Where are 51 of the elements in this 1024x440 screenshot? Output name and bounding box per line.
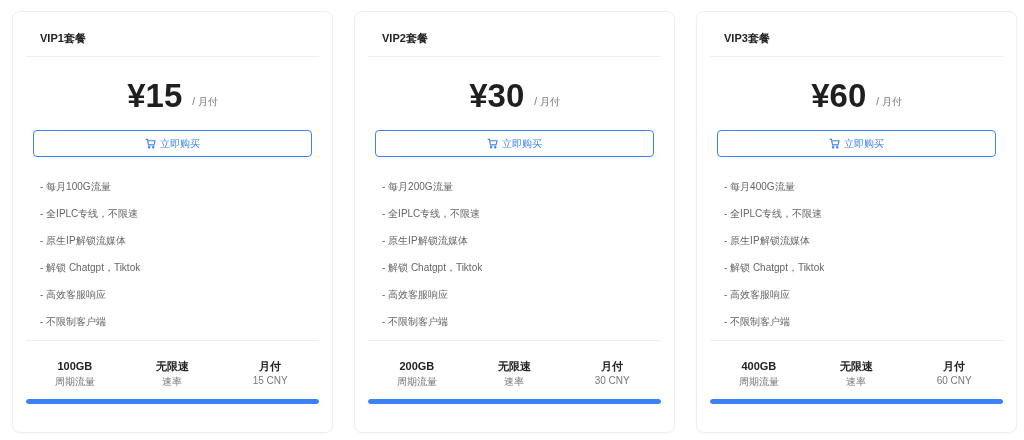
stat-value: 200GB	[398, 359, 436, 373]
stat-value: 100GB	[56, 359, 94, 373]
feature-text: - 全IPLC专线，不限速	[382, 208, 482, 220]
stat-label: 速率	[845, 375, 868, 389]
price: ¥15	[127, 77, 183, 115]
feature-text: - 每月200G流量	[382, 181, 454, 193]
buy-button[interactable]: 立即购买	[717, 130, 996, 157]
stat-label: 周期流量	[53, 375, 96, 389]
feature-text: - 全IPLC专线，不限速	[40, 208, 140, 220]
stat-label: 速率	[503, 375, 526, 389]
stat-value: 月付	[258, 359, 283, 373]
stat-label: 周期流量	[737, 375, 780, 389]
stat-value: 无限速	[839, 359, 874, 373]
stat-value: 无限速	[497, 359, 532, 373]
feature-text: - 不限制客户端	[40, 316, 108, 328]
billing-period: / 月付	[192, 95, 218, 109]
stat-value: 无限速	[155, 359, 190, 373]
feature-text: - 全IPLC专线，不限速	[724, 208, 824, 220]
feature-text: - 解锁 Chatgpt，Tiktok	[724, 262, 826, 274]
feature-text: - 高效客服响应	[382, 289, 450, 301]
stat-label: 速率	[161, 375, 184, 389]
cart-icon	[145, 138, 156, 149]
buy-button[interactable]: 立即购买	[375, 130, 654, 157]
cart-icon	[487, 138, 498, 149]
billing-period: / 月付	[876, 95, 902, 109]
cart-icon	[829, 138, 840, 149]
price: ¥30	[469, 77, 525, 115]
stat-label: 60 CNY	[935, 375, 973, 386]
feature-text: - 高效客服响应	[40, 289, 108, 301]
feature-text: - 解锁 Chatgpt，Tiktok	[40, 262, 142, 274]
stat-label: 周期流量	[395, 375, 438, 389]
feature-text: - 原生IP解锁流媒体	[724, 235, 811, 247]
plan-title: VIP3套餐	[724, 31, 770, 46]
stat-value: 400GB	[740, 359, 778, 373]
stat-value: 月付	[942, 359, 967, 373]
feature-text: - 原生IP解锁流媒体	[40, 235, 127, 247]
feature-text: - 不限制客户端	[382, 316, 450, 328]
feature-text: - 高效客服响应	[724, 289, 792, 301]
plan-title: VIP2套餐	[382, 31, 428, 46]
buy-button[interactable]: 立即购买	[33, 130, 312, 157]
stat-label: 15 CNY	[251, 375, 289, 386]
price: ¥60	[811, 77, 867, 115]
feature-text: - 原生IP解锁流媒体	[382, 235, 469, 247]
stat-label: 30 CNY	[593, 375, 631, 386]
feature-text: - 不限制客户端	[724, 316, 792, 328]
stat-value: 月付	[600, 359, 625, 373]
plan-title: VIP1套餐	[40, 31, 86, 46]
feature-text: - 解锁 Chatgpt，Tiktok	[382, 262, 484, 274]
feature-text: - 每月400G流量	[724, 181, 796, 193]
billing-period: / 月付	[534, 95, 560, 109]
feature-text: - 每月100G流量	[40, 181, 112, 193]
